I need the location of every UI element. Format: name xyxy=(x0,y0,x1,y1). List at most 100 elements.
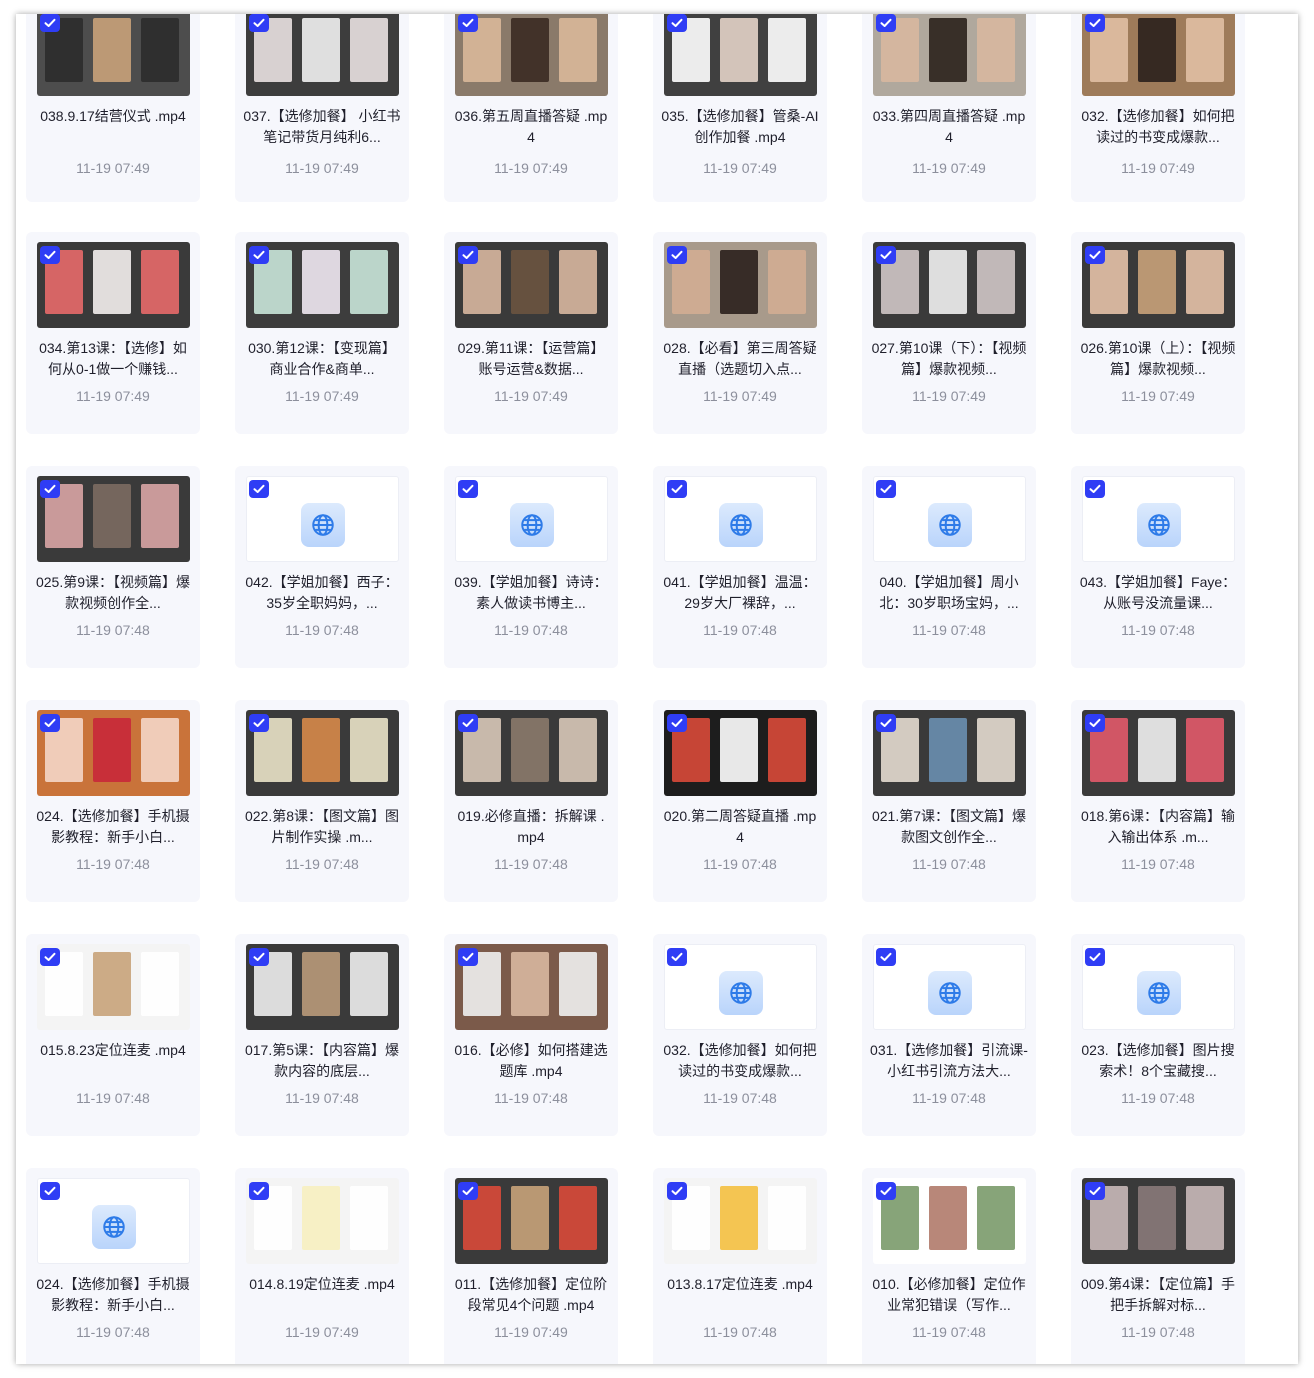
file-card[interactable]: 024.【选修加餐】手机摄影教程：新手小白... 11-19 07:48 xyxy=(26,700,200,902)
checkbox-checked-icon[interactable] xyxy=(458,948,478,966)
checkbox-checked-icon[interactable] xyxy=(1085,14,1105,32)
file-card[interactable]: 016.【必修】如何搭建选题库 .mp4 11-19 07:48 xyxy=(444,934,618,1136)
thumbnail-panel xyxy=(559,718,597,782)
thumbnail-panel xyxy=(977,1186,1015,1250)
checkbox-checked-icon[interactable] xyxy=(667,714,687,732)
checkbox-checked-icon[interactable] xyxy=(876,1182,896,1200)
checkbox-checked-icon[interactable] xyxy=(40,1182,60,1200)
checkbox-checked-icon[interactable] xyxy=(458,14,478,32)
file-card[interactable]: 021.第7课：【图文篇】爆款图文创作全... 11-19 07:48 xyxy=(862,700,1036,902)
thumbnail-panel xyxy=(1186,1186,1224,1250)
globe-icon xyxy=(510,503,554,547)
file-time: 11-19 07:48 xyxy=(1121,856,1195,872)
file-card[interactable]: 038.9.17结营仪式 .mp4 11-19 07:49 xyxy=(26,14,200,202)
checkbox-checked-icon[interactable] xyxy=(1085,480,1105,498)
checkbox-checked-icon[interactable] xyxy=(876,14,896,32)
checkbox-checked-icon[interactable] xyxy=(249,246,269,264)
thumbnail-panel xyxy=(93,250,131,314)
file-card[interactable]: 041.【学姐加餐】温温：29岁大厂裸辞，... 11-19 07:48 xyxy=(653,466,827,668)
file-card[interactable]: 030.第12课：【变现篇】商业合作&商单... 11-19 07:49 xyxy=(235,232,409,434)
file-card[interactable]: 013.8.17定位连麦 .mp4 11-19 07:48 xyxy=(653,1168,827,1364)
file-card[interactable]: 042.【学姐加餐】西子：35岁全职妈妈，... 11-19 07:48 xyxy=(235,466,409,668)
file-card[interactable]: 039.【学姐加餐】诗诗：素人做读书博主... 11-19 07:48 xyxy=(444,466,618,668)
file-card[interactable]: 035.【选修加餐】管桑-AI创作加餐 .mp4 11-19 07:49 xyxy=(653,14,827,202)
checkbox-checked-icon[interactable] xyxy=(249,480,269,498)
thumbnail-panel xyxy=(1186,250,1224,314)
checkbox-checked-icon[interactable] xyxy=(249,1182,269,1200)
file-card[interactable]: 011.【选修加餐】定位阶段常见4个问题 .mp4 11-19 07:49 xyxy=(444,1168,618,1364)
checkbox-checked-icon[interactable] xyxy=(1085,1182,1105,1200)
checkbox-checked-icon[interactable] xyxy=(667,14,687,32)
checkbox-checked-icon[interactable] xyxy=(249,948,269,966)
file-time: 11-19 07:48 xyxy=(703,1090,777,1106)
checkbox-checked-icon[interactable] xyxy=(876,480,896,498)
checkbox-checked-icon[interactable] xyxy=(458,480,478,498)
file-card[interactable]: 034.第13课：【选修】如何从0-1做一个赚钱... 11-19 07:49 xyxy=(26,232,200,434)
file-name: 029.第11课：【运营篇】账号运营&数据... xyxy=(457,340,605,377)
checkbox-checked-icon[interactable] xyxy=(667,948,687,966)
file-card[interactable]: 017.第5课：【内容篇】爆款内容的底层... 11-19 07:48 xyxy=(235,934,409,1136)
file-card[interactable]: 024.【选修加餐】手机摄影教程：新手小白... 11-19 07:48 xyxy=(26,1168,200,1364)
file-time: 11-19 07:48 xyxy=(76,856,150,872)
file-card[interactable]: 036.第五周直播答疑 .mp4 11-19 07:49 xyxy=(444,14,618,202)
file-time: 11-19 07:48 xyxy=(285,622,359,638)
file-card[interactable]: 029.第11课：【运营篇】账号运营&数据... 11-19 07:49 xyxy=(444,232,618,434)
checkbox-checked-icon[interactable] xyxy=(40,948,60,966)
file-card[interactable]: 032.【选修加餐】如何把读过的书变成爆款... 11-19 07:49 xyxy=(1071,14,1245,202)
checkbox-checked-icon[interactable] xyxy=(40,480,60,498)
file-card[interactable]: 043.【学姐加餐】Faye：从账号没流量课... 11-19 07:48 xyxy=(1071,466,1245,668)
checkbox-checked-icon[interactable] xyxy=(667,1182,687,1200)
checkbox-checked-icon[interactable] xyxy=(667,246,687,264)
file-card[interactable]: 018.第6课：【内容篇】输入输出体系 .m... 11-19 07:48 xyxy=(1071,700,1245,902)
thumbnail-panel xyxy=(141,484,179,548)
file-card[interactable]: 010.【必修加餐】定位作业常犯错误（写作... 11-19 07:48 xyxy=(862,1168,1036,1364)
thumbnail-panel xyxy=(929,718,967,782)
checkbox-checked-icon[interactable] xyxy=(1085,246,1105,264)
checkbox-checked-icon[interactable] xyxy=(40,246,60,264)
checkbox-checked-icon[interactable] xyxy=(876,948,896,966)
checkbox-checked-icon[interactable] xyxy=(876,714,896,732)
file-time: 11-19 07:48 xyxy=(912,1324,986,1340)
file-card[interactable]: 014.8.19定位连麦 .mp4 11-19 07:49 xyxy=(235,1168,409,1364)
file-time: 11-19 07:48 xyxy=(285,856,359,872)
file-card[interactable]: 015.8.23定位连麦 .mp4 11-19 07:48 xyxy=(26,934,200,1136)
file-card[interactable]: 027.第10课（下）：【视频篇】爆款视频... 11-19 07:49 xyxy=(862,232,1036,434)
file-card[interactable]: 020.第二周答疑直播 .mp4 11-19 07:48 xyxy=(653,700,827,902)
file-name: 033.第四周直播答疑 .mp4 xyxy=(872,108,1026,145)
thumbnail-panel xyxy=(768,718,806,782)
file-card[interactable]: 033.第四周直播答疑 .mp4 11-19 07:49 xyxy=(862,14,1036,202)
file-card[interactable]: 009.第4课：【定位篇】手把手拆解对标... 11-19 07:48 xyxy=(1071,1168,1245,1364)
checkbox-checked-icon[interactable] xyxy=(40,14,60,32)
file-card[interactable]: 032.【选修加餐】如何把读过的书变成爆款... 11-19 07:48 xyxy=(653,934,827,1136)
file-card[interactable]: 037.【选修加餐】 小红书笔记带货月纯利6... 11-19 07:49 xyxy=(235,14,409,202)
checkbox-checked-icon[interactable] xyxy=(458,714,478,732)
file-name: 037.【选修加餐】 小红书笔记带货月纯利6... xyxy=(243,108,401,145)
checkbox-checked-icon[interactable] xyxy=(249,14,269,32)
file-card[interactable]: 023.【选修加餐】图片搜索术！8个宝藏搜... 11-19 07:48 xyxy=(1071,934,1245,1136)
globe-icon xyxy=(928,503,972,547)
checkbox-checked-icon[interactable] xyxy=(1085,948,1105,966)
checkbox-checked-icon[interactable] xyxy=(667,480,687,498)
file-card[interactable]: 028.【必看】第三周答疑直播（选题切入点... 11-19 07:49 xyxy=(653,232,827,434)
checkbox-checked-icon[interactable] xyxy=(458,1182,478,1200)
file-card[interactable]: 025.第9课：【视频篇】爆款视频创作全... 11-19 07:48 xyxy=(26,466,200,668)
thumbnail-panel xyxy=(720,718,758,782)
checkbox-checked-icon[interactable] xyxy=(458,246,478,264)
file-name: 034.第13课：【选修】如何从0-1做一个赚钱... xyxy=(39,340,187,377)
file-card[interactable]: 031.【选修加餐】引流课-小红书引流方法大... 11-19 07:48 xyxy=(862,934,1036,1136)
file-card[interactable]: 022.第8课：【图文篇】图片制作实操 .m... 11-19 07:48 xyxy=(235,700,409,902)
thumbnail-panel xyxy=(929,250,967,314)
checkbox-checked-icon[interactable] xyxy=(1085,714,1105,732)
file-name: 039.【学姐加餐】诗诗：素人做读书博主... xyxy=(454,574,608,611)
file-card[interactable]: 040.【学姐加餐】周小北：30岁职场宝妈，... 11-19 07:48 xyxy=(862,466,1036,668)
globe-icon xyxy=(1137,971,1181,1015)
file-card[interactable]: 026.第10课（上）：【视频篇】爆款视频... 11-19 07:49 xyxy=(1071,232,1245,434)
file-name: 031.【选修加餐】引流课-小红书引流方法大... xyxy=(870,1042,1028,1079)
thumbnail-panel xyxy=(511,1186,549,1250)
checkbox-checked-icon[interactable] xyxy=(40,714,60,732)
checkbox-checked-icon[interactable] xyxy=(249,714,269,732)
file-card[interactable]: 019.必修直播：拆解课 .mp4 11-19 07:48 xyxy=(444,700,618,902)
globe-icon xyxy=(928,971,972,1015)
file-time: 11-19 07:48 xyxy=(703,856,777,872)
checkbox-checked-icon[interactable] xyxy=(876,246,896,264)
